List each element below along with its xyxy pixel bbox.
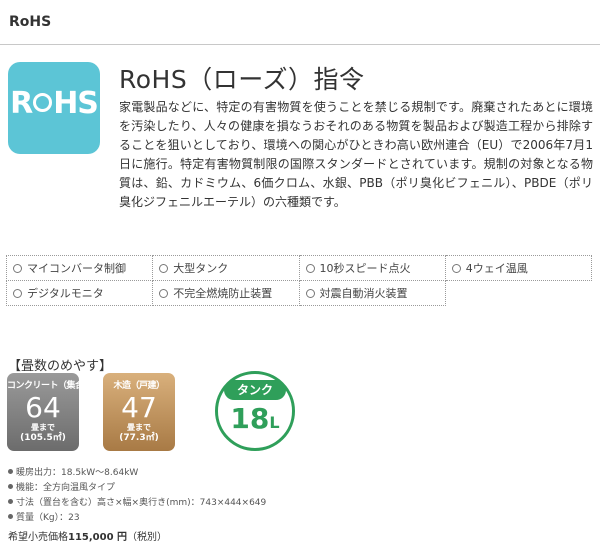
- tank-label: タンク: [224, 380, 286, 400]
- circle-bullet-icon: [13, 288, 22, 298]
- circle-bullet-icon: [451, 263, 461, 273]
- circle-bullet-icon: [305, 288, 315, 298]
- feature-item: 4ウェイ温風: [444, 255, 593, 281]
- concrete-area: (105.5㎡): [20, 433, 66, 443]
- page-title: RoHS（ローズ）指令: [119, 65, 365, 94]
- wood-area: (77.3㎡): [119, 433, 159, 443]
- wood-label: 木造（戸建）: [113, 381, 165, 391]
- section-header: RoHS: [0, 0, 600, 45]
- retail-price: 希望小売価格115,000 円（税別）: [8, 532, 168, 543]
- circle-bullet-icon: [305, 263, 315, 273]
- tank-capacity: 18L: [218, 402, 292, 435]
- concrete-room-badge: コンクリート（集合） 64 畳まで (105.5㎡): [7, 373, 93, 451]
- spec-item: 寸法（置台を含む）高さ×幅×奥行き(mm)：743×444×649: [8, 496, 266, 511]
- spec-item: 機能：全方向温風タイプ: [8, 481, 266, 496]
- tank-unit: L: [269, 413, 280, 432]
- feature-table: マイコンバータ制御 大型タンク 10秒スピード点火 4ウェイ温風 デジタルモニタ…: [5, 255, 593, 306]
- wood-unit: 畳まで: [127, 423, 151, 432]
- room-size-guide-title: 【畳数のめやす】: [8, 359, 113, 374]
- spec-item: 暖房出力：18.5kW～8.64kW: [8, 466, 266, 481]
- concrete-value: 64: [25, 391, 61, 424]
- wood-value: 47: [121, 391, 157, 424]
- price-amount: 115,000 円: [68, 532, 128, 543]
- feature-item: 10秒スピード点火: [298, 255, 446, 281]
- bullet-icon: [8, 484, 13, 489]
- leaf-circle-icon: [33, 93, 53, 112]
- bullet-icon: [8, 469, 13, 474]
- feature-row: デジタルモニタ 不完全燃焼防止装置 対震自動消火装置: [5, 280, 592, 306]
- description-text: 家電製品などに、特定の有害物質を使うことを禁じる規制です。廃棄されたあとに環境を…: [119, 100, 593, 209]
- rohs-logo-text: R HS: [10, 86, 99, 121]
- feature-item: 大型タンク: [152, 255, 300, 281]
- feature-item: 不完全燃焼防止装置: [152, 280, 300, 306]
- wood-room-badge: 木造（戸建） 47 畳まで (77.3㎡): [103, 373, 175, 451]
- circle-bullet-icon: [159, 263, 169, 273]
- feature-row: マイコンバータ制御 大型タンク 10秒スピード点火 4ウェイ温風: [5, 255, 593, 281]
- spec-item: 質量（Kg）：23: [8, 511, 266, 526]
- bullet-icon: [8, 514, 13, 519]
- section-heading: RoHS: [9, 14, 52, 30]
- concrete-unit: 畳まで: [31, 423, 55, 432]
- feature-empty-cell: [445, 281, 591, 306]
- rohs-logo: R HS: [8, 62, 100, 154]
- feature-item: デジタルモニタ: [5, 280, 154, 306]
- feature-item: 対震自動消火装置: [298, 280, 446, 306]
- tank-value: 18: [230, 402, 270, 435]
- tank-capacity-badge: タンク 18L: [215, 371, 295, 451]
- circle-bullet-icon: [159, 288, 169, 298]
- circle-bullet-icon: [13, 263, 22, 273]
- spec-list: 暖房出力：18.5kW～8.64kW 機能：全方向温風タイプ 寸法（置台を含む）…: [8, 466, 266, 526]
- bullet-icon: [8, 499, 13, 504]
- feature-item: マイコンバータ制御: [5, 255, 154, 281]
- concrete-label: コンクリート（集合）: [7, 381, 93, 391]
